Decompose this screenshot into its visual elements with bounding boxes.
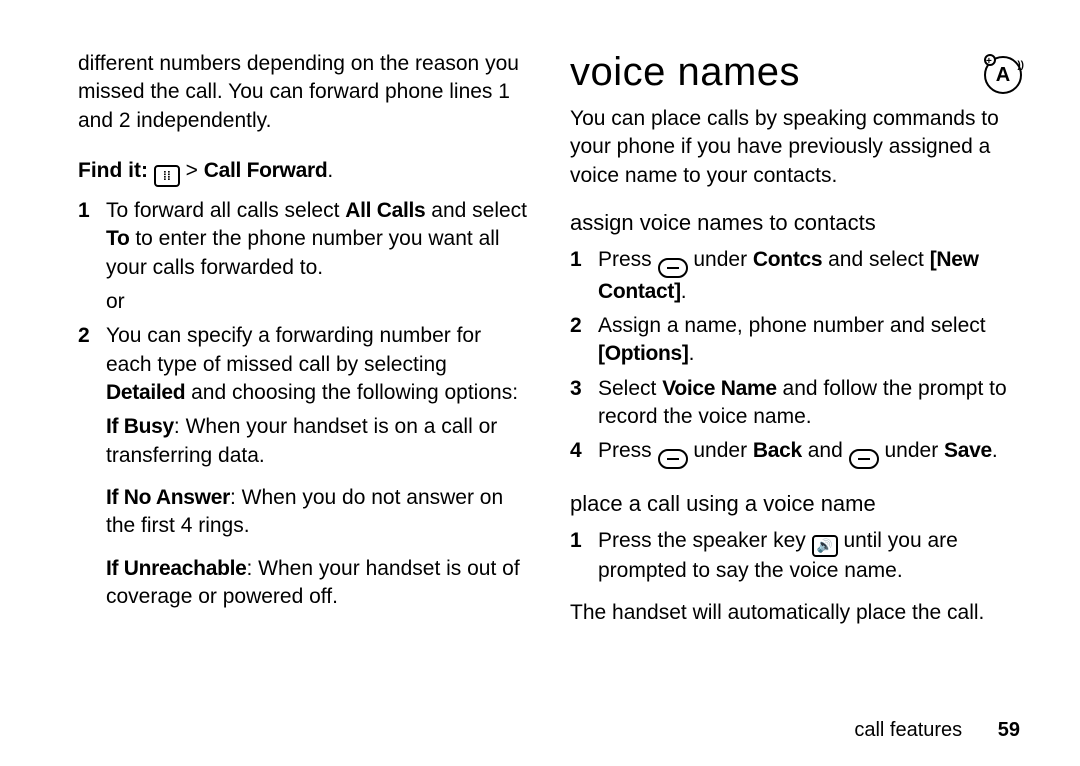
- findit-sep: >: [186, 159, 204, 182]
- assign-step-1: 1 Press under Contcs and select [New Con…: [570, 246, 1022, 306]
- step-number: 1: [78, 197, 106, 282]
- page-footer: call features 59: [854, 719, 1020, 742]
- assign-heading: assign voice names to contacts: [570, 208, 1022, 238]
- step-body: You can specify a forwarding number for …: [106, 322, 530, 407]
- speaker-key-icon: 🔊: [812, 535, 838, 557]
- step-number: 2: [78, 322, 106, 407]
- softkey-icon: [658, 258, 688, 278]
- right-column: voice names + A )) You can place calls b…: [570, 50, 1022, 746]
- manual-page: different numbers depending on the reaso…: [0, 0, 1080, 766]
- place-steps: 1 Press the speaker key 🔊 until you are …: [570, 527, 1022, 591]
- accessibility-badge-icon: + A )): [984, 56, 1022, 94]
- forward-steps: 1 To forward all calls select All Calls …: [78, 197, 530, 617]
- softkey-icon: [658, 449, 688, 469]
- page-number: 59: [998, 719, 1020, 741]
- find-it-path: Call Forward: [204, 159, 328, 182]
- left-column: different numbers depending on the reaso…: [78, 50, 530, 746]
- place-heading: place a call using a voice name: [570, 489, 1022, 519]
- section-title: voice names: [570, 50, 800, 95]
- or-line: or: [106, 288, 530, 316]
- voice-outro: The handset will automatically place the…: [570, 599, 1022, 627]
- assign-steps: 1 Press under Contcs and select [New Con…: [570, 246, 1022, 476]
- assign-step-3: 3 Select Voice Name and follow the promp…: [570, 375, 1022, 432]
- menu-grid-icon: ⁞⁞: [154, 165, 180, 187]
- step-body: To forward all calls select All Calls an…: [106, 197, 530, 282]
- footer-label: call features: [854, 719, 962, 741]
- voice-intro: You can place calls by speaking commands…: [570, 105, 1022, 190]
- step-1: 1 To forward all calls select All Calls …: [78, 197, 530, 282]
- step-2: 2 You can specify a forwarding number fo…: [78, 322, 530, 407]
- softkey-icon: [849, 449, 879, 469]
- find-it-line: Find it: ⁞⁞ > Call Forward.: [78, 157, 530, 187]
- find-it-label: Find it:: [78, 159, 148, 182]
- place-step-1: 1 Press the speaker key 🔊 until you are …: [570, 527, 1022, 585]
- assign-step-2: 2 Assign a name, phone number and select…: [570, 312, 1022, 369]
- opt-if-no-answer: If No Answer: When you do not answer on …: [106, 484, 530, 541]
- opt-if-unreachable: If Unreachable: When your handset is out…: [106, 555, 530, 612]
- opt-if-busy: If Busy: When your handset is on a call …: [106, 413, 530, 470]
- intro-paragraph: different numbers depending on the reaso…: [78, 50, 530, 135]
- section-header-row: voice names + A )): [570, 50, 1022, 105]
- assign-step-4: 4 Press under Back and under Save.: [570, 437, 1022, 469]
